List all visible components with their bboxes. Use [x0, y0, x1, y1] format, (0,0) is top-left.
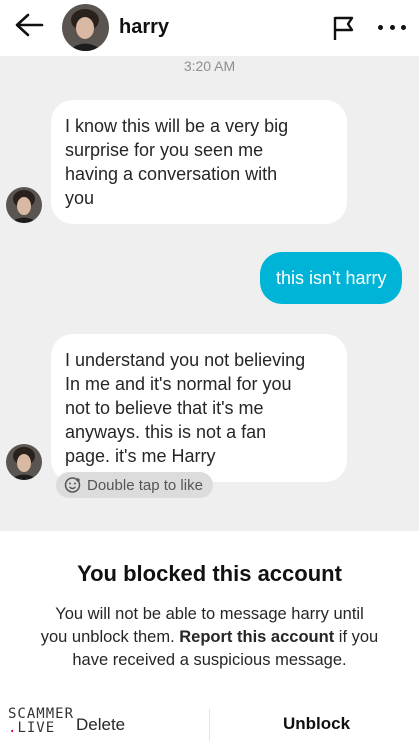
button-divider — [209, 709, 210, 741]
unblock-button[interactable]: Unblock — [283, 714, 350, 734]
avatar[interactable] — [62, 4, 109, 51]
message-line: anyways. this is not a fan — [65, 422, 267, 442]
incoming-message[interactable]: I know this will be a very big surprise … — [51, 100, 347, 224]
delete-button[interactable]: Delete — [76, 715, 125, 735]
message-line: you — [65, 188, 95, 208]
contact-name[interactable]: harry — [119, 16, 169, 39]
flag-icon — [333, 16, 354, 40]
incoming-message[interactable]: I understand you not believing In me and… — [51, 334, 347, 482]
message-line: In me and it's normal for you — [65, 374, 292, 394]
message-line: this isn't harry — [276, 268, 387, 288]
blocked-title: You blocked this account — [77, 561, 342, 586]
double-tap-like-hint: Double tap to like — [56, 472, 213, 498]
message-line: page. it's me Harry — [65, 446, 216, 466]
message-line: I understand you not believing — [65, 350, 306, 370]
message-line: surprise for you seen me — [65, 140, 264, 160]
sender-avatar[interactable] — [6, 187, 42, 223]
blocked-description: You will not be able to message harry un… — [40, 605, 379, 669]
sender-avatar[interactable] — [6, 444, 42, 480]
report-button[interactable] — [330, 14, 358, 42]
outgoing-message[interactable]: this isn't harry — [260, 252, 403, 304]
watermark: SCAMMER .LIVE — [8, 706, 75, 736]
back-button[interactable] — [14, 12, 44, 38]
react-emoji-icon — [64, 477, 81, 493]
like-hint-label: Double tap to like — [87, 476, 203, 494]
message-line: not to believe that it's me — [65, 398, 264, 418]
message-line: I know this will be a very big — [65, 116, 289, 136]
chat-header: harry — [0, 0, 419, 56]
report-account-link[interactable]: Report this account — [179, 628, 334, 646]
message-timestamp: 3:20 AM — [183, 58, 236, 74]
more-options-button[interactable] — [378, 22, 406, 32]
arrow-left-icon — [15, 13, 44, 37]
message-line: having a conversation with — [65, 164, 278, 184]
more-dots-icon — [378, 24, 383, 30]
